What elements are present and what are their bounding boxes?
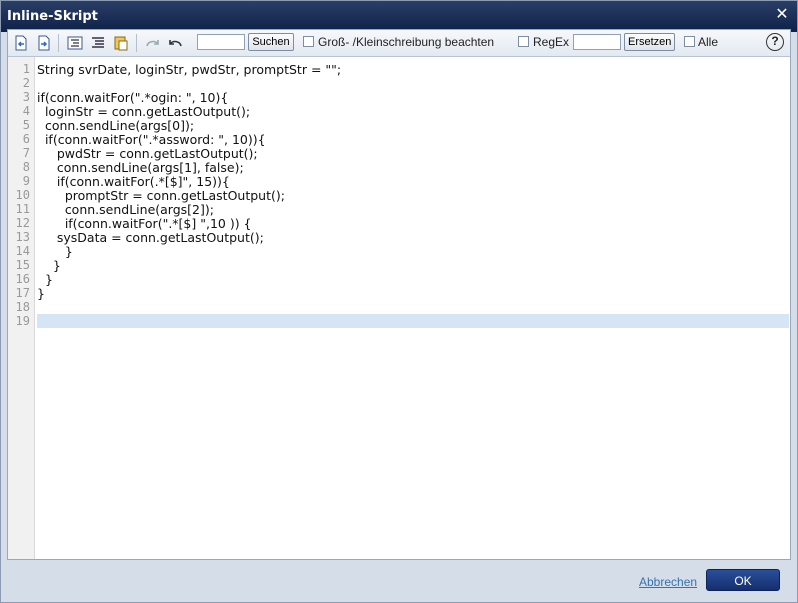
line-number-gutter: 1 2 3 4 5 6 7 8 9 10 11 12 13 14 15 16 17 18 19	[8, 57, 35, 559]
code-line[interactable]: }	[37, 286, 45, 301]
editor-panel: Suchen Groß- /Kleinschreibung beachten R…	[7, 29, 791, 560]
help-icon[interactable]: ?	[766, 33, 784, 51]
code-line[interactable]: if(conn.waitFor(".*ogin: ", 10){	[37, 90, 228, 105]
code-line[interactable]: if(conn.waitFor(.*[$]", 15)){	[37, 174, 230, 189]
code-line[interactable]: }	[37, 258, 61, 273]
code-line[interactable]: sysData = conn.getLastOutput();	[37, 230, 264, 245]
toolbar-separator	[136, 34, 137, 52]
search-button[interactable]: Suchen	[248, 33, 294, 51]
replace-input[interactable]	[573, 34, 621, 50]
dialog-title: Inline-Skript	[7, 9, 98, 24]
inline-script-dialog: Inline-Skript ✕ Suchen Groß- /Kleinschre…	[0, 0, 798, 603]
undo-icon[interactable]	[166, 34, 184, 52]
code-line[interactable]: conn.sendLine(args[2]);	[37, 202, 214, 217]
close-icon[interactable]: ✕	[773, 6, 791, 24]
code-line[interactable]: conn.sendLine(args[0]);	[37, 118, 194, 133]
code-line[interactable]: if(conn.waitFor(".*[$] ",10 )) {	[37, 216, 252, 231]
import-icon[interactable]	[12, 34, 30, 52]
regex-checkbox[interactable]	[518, 36, 529, 47]
line-number: 12	[15, 216, 30, 230]
case-sensitive-label: Groß- /Kleinschreibung beachten	[318, 35, 495, 49]
code-line[interactable]: promptStr = conn.getLastOutput();	[37, 188, 285, 203]
regex-label: RegEx	[533, 35, 570, 49]
replace-button[interactable]: Ersetzen	[624, 33, 675, 51]
line-number: 16	[15, 272, 30, 286]
case-sensitive-checkbox[interactable]	[303, 36, 314, 47]
line-number: 13	[15, 230, 30, 244]
code-line[interactable]: String svrDate, loginStr, pwdStr, prompt…	[37, 62, 341, 77]
editor-toolbar: Suchen Groß- /Kleinschreibung beachten R…	[8, 30, 790, 57]
line-number: 4	[22, 104, 30, 118]
redo-icon[interactable]	[144, 34, 162, 52]
clipboard-icon[interactable]	[112, 34, 130, 52]
line-number: 2	[22, 76, 30, 90]
code-line[interactable]: loginStr = conn.getLastOutput();	[37, 104, 250, 119]
line-number: 6	[22, 132, 30, 146]
line-number: 19	[15, 314, 30, 328]
line-number: 18	[15, 300, 30, 314]
line-number: 15	[15, 258, 30, 272]
line-number: 11	[15, 202, 30, 216]
replace-all-label: Alle	[698, 35, 719, 49]
line-number: 9	[22, 174, 30, 188]
search-input[interactable]	[197, 34, 245, 50]
code-line[interactable]: conn.sendLine(args[1], false);	[37, 160, 244, 175]
dialog-footer: Abbrechen OK	[1, 561, 797, 602]
code-line[interactable]: }	[37, 244, 73, 259]
toolbar-separator	[58, 34, 59, 52]
cancel-link[interactable]: Abbrechen	[639, 575, 697, 589]
ok-button[interactable]: OK	[706, 569, 780, 591]
line-list-icon[interactable]	[89, 34, 107, 52]
indent-icon[interactable]	[66, 34, 84, 52]
line-number: 10	[15, 188, 30, 202]
title-bar[interactable]: Inline-Skript ✕	[1, 1, 797, 32]
code-editor[interactable]: String svrDate, loginStr, pwdStr, prompt…	[37, 57, 789, 559]
line-number: 14	[15, 244, 30, 258]
line-number: 3	[22, 90, 30, 104]
replace-all-checkbox[interactable]	[684, 36, 695, 47]
line-number: 1	[22, 62, 30, 76]
line-number: 8	[22, 160, 30, 174]
code-line[interactable]: if(conn.waitFor(".*assword: ", 10)){	[37, 132, 266, 147]
line-number: 5	[22, 118, 30, 132]
code-line[interactable]: pwdStr = conn.getLastOutput();	[37, 146, 258, 161]
export-icon[interactable]	[35, 34, 53, 52]
line-number: 7	[22, 146, 30, 160]
code-line[interactable]: }	[37, 272, 53, 287]
line-number: 17	[15, 286, 30, 300]
